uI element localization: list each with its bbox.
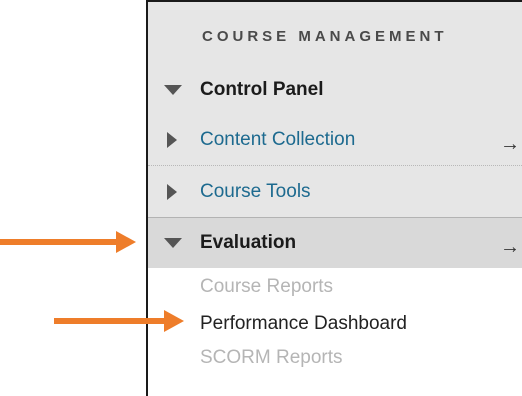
arrow-shaft	[54, 318, 166, 324]
menu-item-label: Control Panel	[200, 79, 324, 100]
arrow-shaft	[0, 239, 118, 245]
go-arrow-icon[interactable]: →	[500, 236, 520, 259]
menu-item-course-tools[interactable]: Course Tools	[148, 166, 522, 218]
menu-item-label[interactable]: Course Tools	[200, 181, 311, 203]
submenu-scorm-reports[interactable]: SCORM Reports	[200, 347, 343, 369]
menu-item-evaluation[interactable]: Evaluation →	[148, 218, 522, 268]
arrow-head-icon	[116, 231, 136, 253]
triangle-right-icon[interactable]	[167, 183, 177, 200]
menu-item-content-collection[interactable]: Content Collection →	[148, 114, 522, 166]
submenu-course-reports[interactable]: Course Reports	[200, 276, 333, 298]
go-arrow-icon[interactable]: →	[500, 133, 520, 156]
menu-item-control-panel[interactable]: Control Panel	[148, 64, 522, 116]
menu-item-label[interactable]: Content Collection	[200, 129, 355, 151]
submenu-performance-dashboard[interactable]: Performance Dashboard	[200, 313, 407, 335]
triangle-down-icon[interactable]	[164, 85, 182, 95]
course-management-heading: COURSE MANAGEMENT	[202, 28, 448, 45]
triangle-right-icon[interactable]	[167, 131, 177, 148]
menu-item-label: Evaluation	[200, 232, 297, 253]
course-management-panel: COURSE MANAGEMENT Control Panel Content …	[146, 0, 522, 396]
arrow-head-icon	[164, 310, 184, 332]
triangle-down-icon[interactable]	[164, 238, 182, 248]
